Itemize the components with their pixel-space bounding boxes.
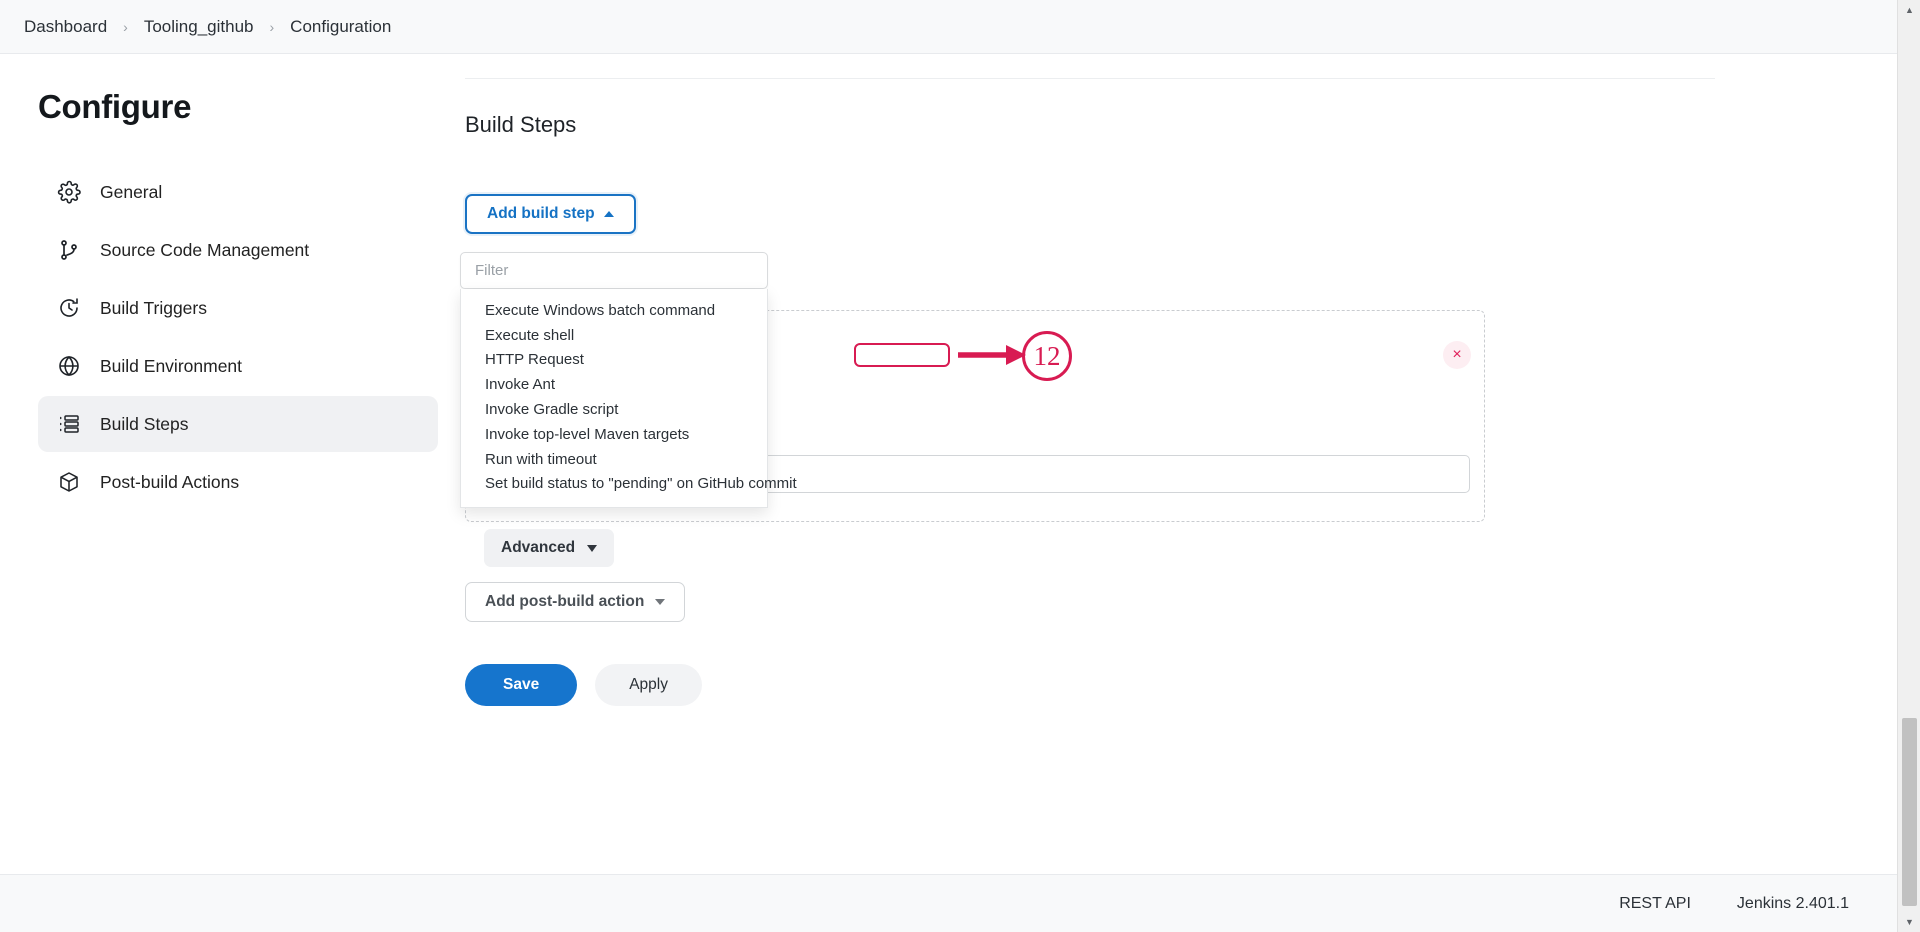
filter-input[interactable]: Filter	[460, 252, 768, 289]
sidebar-nav-list: General Source Code Management Build Tri…	[38, 164, 438, 510]
jenkins-version-label: Jenkins 2.401.1	[1736, 894, 1849, 912]
menu-item-invoke-gradle-script[interactable]: Invoke Gradle script	[461, 397, 767, 422]
chevron-down-icon	[655, 599, 666, 605]
sidebar-item-source-code-management[interactable]: Source Code Management	[38, 222, 438, 278]
menu-item-http-request[interactable]: HTTP Request	[461, 348, 767, 373]
apply-button[interactable]: Apply	[595, 664, 702, 706]
page-scrollbar[interactable]: ▲ ▼	[1897, 0, 1920, 932]
chevron-up-icon	[603, 211, 614, 217]
clock-icon	[56, 295, 82, 321]
dropdown-menu: Execute Windows batch command Execute sh…	[460, 289, 797, 509]
breadcrumb-item-configuration[interactable]: Configuration	[284, 17, 397, 37]
sidebar-item-post-build-actions[interactable]: Post-build Actions	[38, 454, 438, 510]
jenkins-configure-page: Dashboard › Tooling_github › Configurati…	[0, 0, 1920, 932]
scroll-up-icon[interactable]: ▲	[1898, 0, 1920, 20]
advanced-button-label: Advanced	[501, 539, 576, 556]
globe-icon	[56, 353, 82, 379]
chevron-down-icon	[587, 544, 598, 552]
sidebar-item-label: Build Steps	[100, 413, 189, 434]
breadcrumb-item-dashboard[interactable]: Dashboard	[18, 17, 113, 37]
section-divider	[465, 78, 1715, 79]
page-title: Configure	[38, 88, 192, 125]
add-post-build-action-label: Add post-build action	[485, 593, 645, 610]
section-title: Build Steps	[465, 112, 577, 137]
sidebar-item-label: General	[100, 181, 163, 202]
menu-item-set-build-status-pending-github-commit[interactable]: Set build status to "pending" on GitHub …	[461, 472, 797, 497]
breadcrumb-item-tooling-github[interactable]: Tooling_github	[138, 17, 260, 37]
sidebar-item-build-environment[interactable]: Build Environment	[38, 338, 438, 394]
menu-item-invoke-ant[interactable]: Invoke Ant	[461, 372, 767, 397]
add-post-build-action-button[interactable]: Add post-build action	[465, 582, 686, 622]
sidebar-item-label: Source Code Management	[100, 239, 310, 260]
gear-icon	[56, 179, 82, 205]
add-build-step-label: Add build step	[487, 205, 595, 222]
menu-item-execute-windows-batch-command[interactable]: Execute Windows batch command	[461, 298, 767, 323]
package-icon	[56, 469, 82, 495]
menu-item-execute-shell[interactable]: Execute shell	[461, 323, 767, 348]
add-build-step-button[interactable]: Add build step	[465, 194, 636, 234]
sidebar: Configure General Source Code Management…	[0, 54, 460, 874]
sidebar-item-build-steps[interactable]: Build Steps	[38, 396, 438, 452]
menu-item-run-with-timeout[interactable]: Run with timeout	[461, 447, 767, 472]
sidebar-item-label: Post-build Actions	[100, 471, 240, 492]
advanced-button[interactable]: Advanced	[484, 529, 615, 567]
main-content: Build Steps × Advanced Add build step Fi…	[460, 54, 1897, 874]
build-step-dropdown: Filter Execute Windows batch command Exe…	[460, 252, 797, 509]
sidebar-item-build-triggers[interactable]: Build Triggers	[38, 280, 438, 336]
rest-api-link[interactable]: REST API	[1619, 895, 1691, 913]
sidebar-item-label: Build Environment	[100, 355, 243, 376]
scrollbar-thumb[interactable]	[1902, 718, 1917, 906]
menu-item-invoke-top-level-maven-targets[interactable]: Invoke top-level Maven targets	[461, 422, 767, 447]
sidebar-item-general[interactable]: General	[38, 164, 438, 220]
breadcrumb-separator-icon: ›	[269, 18, 275, 35]
filter-placeholder: Filter	[475, 262, 509, 279]
scroll-down-icon[interactable]: ▼	[1898, 912, 1920, 932]
sidebar-item-label: Build Triggers	[100, 297, 207, 318]
breadcrumb: Dashboard › Tooling_github › Configurati…	[0, 0, 1897, 54]
form-actions: Save Apply	[465, 664, 702, 706]
list-steps-icon	[56, 411, 82, 437]
footer: REST API Jenkins 2.401.1	[0, 874, 1897, 932]
git-branch-icon	[56, 237, 82, 263]
save-button[interactable]: Save	[465, 664, 578, 706]
close-icon[interactable]: ×	[1443, 341, 1471, 369]
breadcrumb-separator-icon: ›	[123, 18, 128, 35]
